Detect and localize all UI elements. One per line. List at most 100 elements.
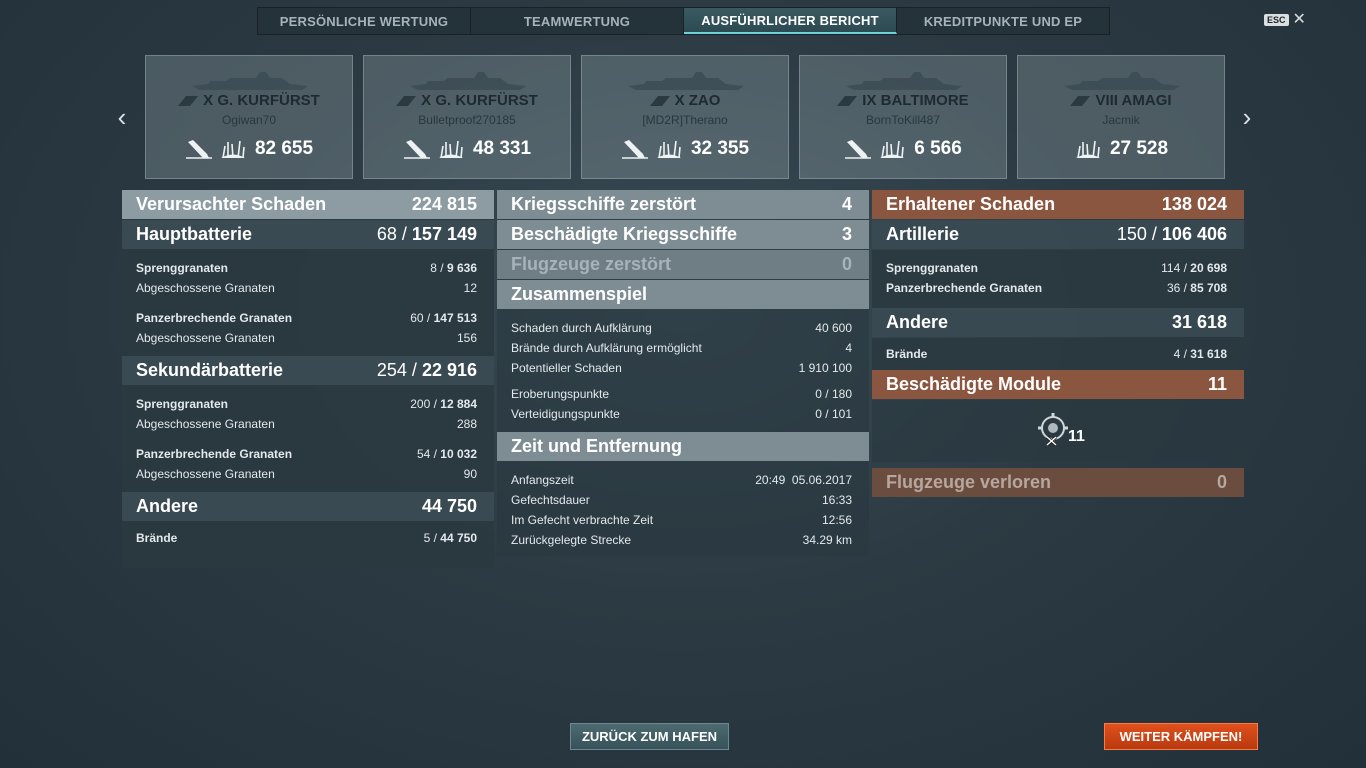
main-battery-value: 68 / 157 149 (376, 224, 477, 244)
esc-key-badge: ESC (1264, 14, 1289, 26)
ship-stats: 82 655 (146, 138, 352, 160)
prev-arrow-icon[interactable]: ‹ (112, 104, 132, 130)
damaged-modules-box: 11 (872, 400, 1244, 462)
ship-tier-name: X G. KURFÜRST (421, 92, 538, 109)
ship-silhouette-icon (846, 72, 962, 90)
capture-points-row: Eroberungspunkte 0 / 180 (511, 387, 852, 401)
ship-damage-value: 27 528 (1109, 138, 1169, 159)
tab-detailed-report[interactable]: AUSFÜHRLICHER BERICHT (684, 8, 897, 34)
planes-destroyed-header: Flugzeuge zerstört 0 (497, 250, 869, 279)
ship-damage-value: 32 355 (690, 138, 750, 159)
spotting-damage-row: Schaden durch Aufklärung 40 600 (511, 321, 852, 335)
received-other-header: Andere 31 618 (872, 308, 1244, 337)
received-fires-row: Brände 4 / 31 618 (886, 347, 1227, 361)
main-battery-label: Hauptbatterie (136, 224, 253, 244)
damage-dealt-panel: Verursachter Schaden 224 815 Hauptbatter… (122, 190, 494, 568)
secondary-battery-label: Sekundärbatterie (136, 360, 284, 380)
planes-lost-header: Flugzeuge verloren 0 (872, 468, 1244, 497)
tab-credits-xp[interactable]: KREDITPUNKTE UND EP (897, 8, 1109, 34)
damage-dealt-icon (1075, 140, 1100, 159)
ship-name: VIII AMAGI (1018, 92, 1224, 109)
player-name: BornToKill487 (865, 113, 941, 127)
damage-dealt-value: 224 815 (411, 194, 477, 214)
player-name: Jacmik (1102, 113, 1140, 127)
continue-fighting-button[interactable]: WEITER KÄMPFEN! (1104, 723, 1258, 750)
next-arrow-icon[interactable]: › (1237, 104, 1257, 130)
main-battery-header: Hauptbatterie 68 / 157 149 (122, 220, 494, 249)
start-time-row: Anfangszeit 20:49 05.06.2017 (511, 473, 852, 487)
ship-card[interactable]: VIII AMAGI Jacmik 27 528 (1017, 55, 1225, 179)
ships-damaged-header: Beschädigte Kriegsschiffe 3 (497, 220, 869, 249)
ship-card[interactable]: X G. KURFÜRST Bulletproof270185 48 331 (363, 55, 571, 179)
teamplay-header: Zusammenspiel (497, 280, 869, 309)
ship-stats: 6 566 (800, 138, 1006, 160)
secondary-battery-value: 254 / 22 916 (376, 360, 477, 380)
artillery-header: Artillerie 150 / 106 406 (872, 220, 1244, 249)
report-tabs: PERSÖNLICHE WERTUNG TEAMWERTUNG AUSFÜHRL… (257, 7, 1110, 35)
received-other-details: Brände 4 / 31 618 (872, 338, 1244, 370)
tab-team-score[interactable]: TEAMWERTUNG (471, 8, 684, 34)
ship-name: IX BALTIMORE (800, 92, 1006, 109)
ship-sunk-icon (185, 140, 212, 159)
defense-points-row: Verteidigungspunkte 0 / 101 (511, 407, 852, 421)
ship-class-icon (837, 95, 858, 106)
main-he-row: Sprenggranaten 8 / 9 636 (136, 261, 477, 275)
damage-dealt-label: Verursachter Schaden (136, 194, 327, 214)
damaged-modules-header: Beschädigte Module 11 (872, 370, 1244, 399)
main-ap-fired-row: Abgeschossene Granaten 156 (136, 331, 477, 345)
ship-class-icon (396, 95, 417, 106)
other-damage-value: 44 750 (421, 496, 477, 516)
damage-dealt-icon (880, 140, 905, 159)
ship-card[interactable]: IX BALTIMORE BornToKill487 6 566 (799, 55, 1007, 179)
sec-he-row: Sprenggranaten 200 / 12 884 (136, 397, 477, 411)
artillery-details: Sprenggranaten 114 / 20 698 Panzerbrechen… (872, 250, 1244, 308)
ship-stats: 48 331 (364, 138, 570, 160)
ship-tier-name: X ZAO (674, 92, 721, 109)
time-distance-header: Zeit und Entfernung (497, 432, 869, 461)
close-button[interactable]: ESC ✕ (1264, 12, 1306, 28)
damage-received-header: Erhaltener Schaden 138 024 (872, 190, 1244, 219)
ship-silhouette-icon (192, 72, 308, 90)
ship-class-icon (178, 95, 199, 106)
ship-sunk-icon (845, 140, 872, 159)
other-damage-header: Andere 44 750 (122, 492, 494, 521)
main-he-fired-row: Abgeschossene Granaten 12 (136, 281, 477, 295)
secondary-battery-header: Sekundärbatterie 254 / 22 916 (122, 356, 494, 385)
battle-duration-row: Gefechtsdauer 16:33 (511, 493, 852, 507)
ship-name: X G. KURFÜRST (364, 92, 570, 109)
module-damage-icon (1038, 413, 1068, 446)
player-name: [MD2R]Therano (642, 113, 728, 127)
damage-received-panel: Erhaltener Schaden 138 024 Artillerie 150… (872, 190, 1244, 498)
ship-card[interactable]: X ZAO [MD2R]Therano 32 355 (581, 55, 789, 179)
damage-dealt-icon (220, 140, 245, 159)
fires-row: Brände 5 / 44 750 (136, 531, 477, 545)
ship-name: X G. KURFÜRST (146, 92, 352, 109)
ship-tier-name: VIII AMAGI (1095, 92, 1172, 109)
sec-ap-fired-row: Abgeschossene Granaten 90 (136, 467, 477, 481)
ship-stats: 32 355 (582, 138, 788, 160)
ship-silhouette-icon (628, 72, 744, 90)
main-ap-row: Panzerbrechende Granaten 60 / 147 513 (136, 311, 477, 325)
damage-dealt-icon (438, 140, 463, 159)
sec-he-fired-row: Abgeschossene Granaten 288 (136, 417, 477, 431)
ship-damage-value: 6 566 (914, 138, 962, 159)
ship-sunk-icon (403, 140, 430, 159)
received-ap-row: Panzerbrechende Granaten 36 / 85 708 (886, 281, 1227, 295)
ship-name: X ZAO (582, 92, 788, 109)
ship-silhouette-icon (1064, 72, 1180, 90)
ship-silhouette-icon (410, 72, 526, 90)
distance-row: Zurückgelegte Strecke 34.29 km (511, 533, 852, 547)
tab-personal-score[interactable]: PERSÖNLICHE WERTUNG (258, 8, 471, 34)
other-damage-label: Andere (136, 496, 199, 516)
sec-ap-row: Panzerbrechende Granaten 54 / 10 032 (136, 447, 477, 461)
received-he-row: Sprenggranaten 114 / 20 698 (886, 261, 1227, 275)
back-to-port-button[interactable]: ZURÜCK ZUM HAFEN (570, 723, 729, 750)
potential-damage-row: Potentieller Schaden 1 910 100 (511, 361, 852, 375)
ship-damage-value: 48 331 (472, 138, 532, 159)
damage-dealt-header: Verursachter Schaden 224 815 (122, 190, 494, 219)
ship-stats: 27 528 (1018, 138, 1224, 160)
spotting-fires-row: Brände durch Aufklärung ermöglicht 4 (511, 341, 852, 355)
ship-class-icon (1070, 95, 1091, 106)
ship-card[interactable]: X G. KURFÜRST Ogiwan70 82 655 (145, 55, 353, 179)
time-in-battle-row: Im Gefecht verbrachte Zeit 12:56 (511, 513, 852, 527)
